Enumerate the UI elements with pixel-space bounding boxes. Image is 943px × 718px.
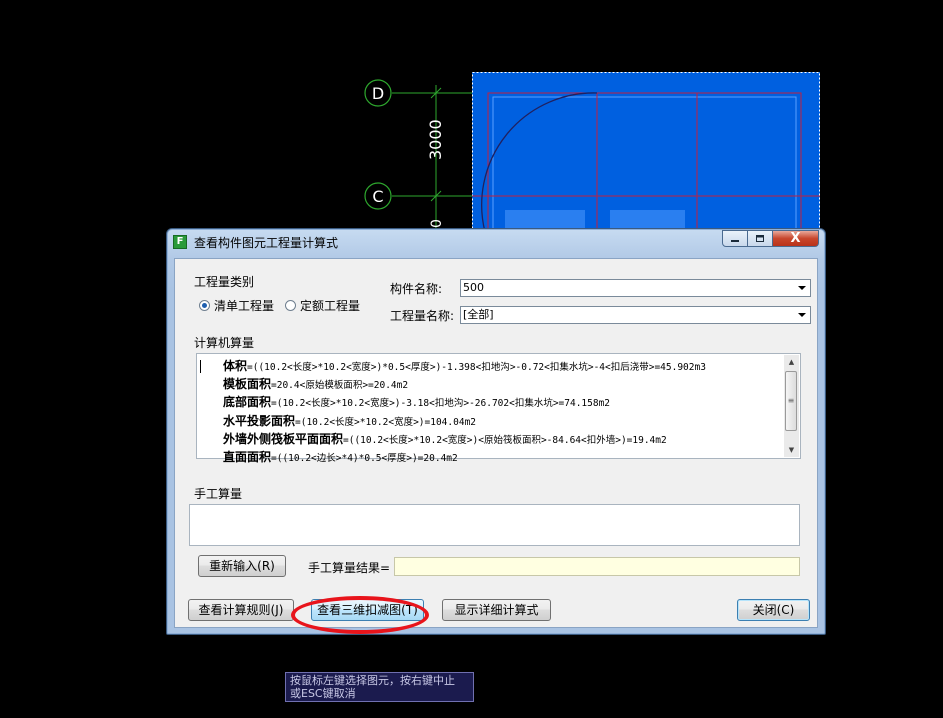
quantity-name-label: 工程量名称: <box>390 309 455 323</box>
manual-calc-label: 手工算量 <box>194 487 243 501</box>
radio-checked-icon <box>199 300 210 311</box>
component-name-select[interactable]: 500 <box>460 279 811 297</box>
radio-bill-quantity[interactable]: 清单工程量 <box>199 297 274 314</box>
radio-quota-quantity-label: 定额工程量 <box>300 299 361 313</box>
highlight-ring <box>291 596 429 634</box>
calc-line: 外墙外侧筏板平面面积=((10.2<长度>*10.2<宽度>)<原始筏板面积>-… <box>223 431 667 446</box>
manual-result-label: 手工算量结果= <box>308 561 391 575</box>
dimension-text-partial: 0 <box>429 219 445 228</box>
vertical-scrollbar[interactable]: ▲ ≡ ▼ <box>784 355 799 457</box>
reenter-button[interactable]: 重新输入(R) <box>198 555 286 577</box>
selected-raft-slab[interactable] <box>472 72 820 234</box>
axis-bubble-c: C <box>364 182 392 210</box>
calc-line: 直面面积=((10.2<边长>*4)*0.5<厚度>)=20.4m2 <box>223 450 458 465</box>
chevron-down-icon <box>798 313 806 317</box>
manual-result-field[interactable] <box>394 557 800 576</box>
calc-line: 水平投影面积=(10.2<长度>*10.2<宽度>)=104.04m2 <box>223 413 477 428</box>
radio-bill-quantity-label: 清单工程量 <box>214 299 275 313</box>
maximize-icon <box>756 234 764 242</box>
text-caret <box>200 360 201 373</box>
close-window-button[interactable]: X <box>773 230 819 247</box>
close-icon: X <box>790 231 801 246</box>
calc-line: 模板面积=20.4<原始模板面积>=20.4m2 <box>223 377 409 392</box>
dimension-text: 3000 <box>426 119 445 160</box>
status-tip: 按鼠标左键选择图元，按右键中止 或ESC键取消 <box>285 672 474 702</box>
component-name-label: 构件名称: <box>390 282 443 296</box>
radio-quota-quantity[interactable]: 定额工程量 <box>285 297 360 314</box>
show-detail-formula-button[interactable]: 显示详细计算式 <box>442 599 551 621</box>
scroll-down-icon[interactable]: ▼ <box>784 443 799 457</box>
component-name-value: 500 <box>463 281 484 294</box>
maximize-button[interactable] <box>748 230 773 247</box>
calc-line: 体积=((10.2<长度>*10.2<宽度>)*0.5<厚度>)-1.398<扣… <box>223 359 706 373</box>
quantity-name-value: [全部] <box>463 308 494 321</box>
app-icon: F <box>173 235 187 249</box>
axis-label-d: D <box>372 84 384 103</box>
scroll-up-icon[interactable]: ▲ <box>784 355 799 369</box>
computer-calc-label: 计算机算量 <box>194 336 255 350</box>
quantity-type-label: 工程量类别 <box>194 275 255 289</box>
axis-bubble-d: D <box>364 79 392 107</box>
calc-lines: 体积=((10.2<长度>*10.2<宽度>)*0.5<厚度>)-1.398<扣… <box>223 358 706 467</box>
status-tip-line2: 或ESC键取消 <box>290 687 356 700</box>
chevron-down-icon <box>798 286 806 290</box>
close-button[interactable]: 关闭(C) <box>737 599 810 621</box>
quantity-formula-dialog: F 查看构件图元工程量计算式 X 工程量类别 清单工程量 定额工程量 构件名称: <box>166 228 826 635</box>
manual-calc-textarea[interactable] <box>189 504 800 546</box>
title-bar[interactable]: F 查看构件图元工程量计算式 X <box>167 229 825 255</box>
radio-unchecked-icon <box>285 300 296 311</box>
dialog-title: 查看构件图元工程量计算式 <box>194 236 339 250</box>
quantity-name-select[interactable]: [全部] <box>460 306 811 324</box>
window-controls: X <box>722 230 819 248</box>
minimize-icon <box>731 239 739 242</box>
scroll-thumb[interactable]: ≡ <box>785 371 797 431</box>
axis-label-c: C <box>372 187 383 206</box>
view-rules-button[interactable]: 查看计算规则(J) <box>188 599 294 621</box>
computer-calc-textarea[interactable]: 体积=((10.2<长度>*10.2<宽度>)*0.5<厚度>)-1.398<扣… <box>196 353 801 464</box>
dialog-body: 工程量类别 清单工程量 定额工程量 构件名称: 500 工程量名称: [全部] … <box>174 258 818 628</box>
calc-line: 底部面积=(10.2<长度>*10.2<宽度>)-3.18<扣地沟>-26.70… <box>223 395 611 410</box>
status-tip-line1: 按鼠标左键选择图元，按右键中止 <box>290 674 455 687</box>
minimize-button[interactable] <box>722 230 748 247</box>
